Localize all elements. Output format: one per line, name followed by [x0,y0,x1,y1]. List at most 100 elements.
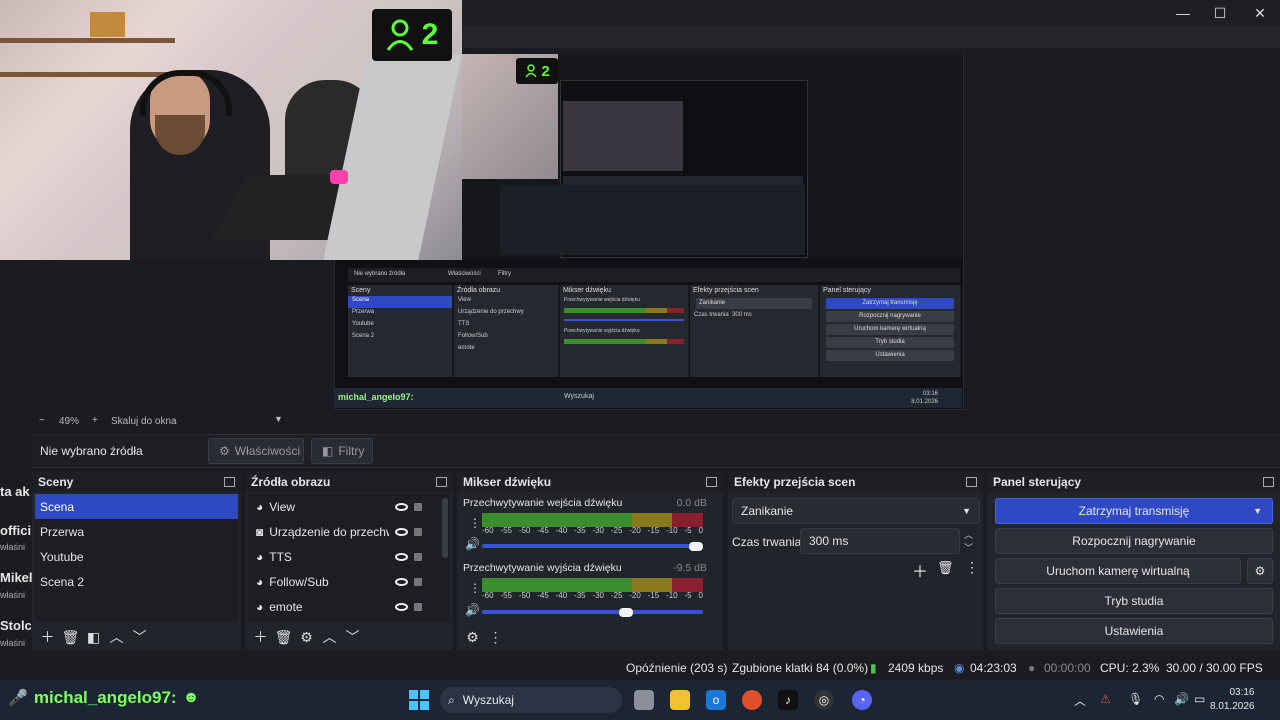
start-recording-button[interactable]: Rozpocznij nagrywanie [995,528,1273,554]
lock-icon[interactable] [414,577,423,586]
transition-value: Zanikanie [741,504,794,518]
undock-icon[interactable] [224,477,235,487]
speaker-icon[interactable]: 🔊 [465,603,480,617]
wifi-icon[interactable]: ◠ [1154,692,1164,706]
chevron-up-icon[interactable]: ︿ [964,528,973,541]
zoom-out-button[interactable]: − [39,415,45,426]
eye-icon[interactable] [395,602,409,611]
speaker-icon[interactable]: 🔊 [465,537,480,551]
firefox-icon[interactable] [742,690,762,710]
mini-duration-label: Czas trwania [694,312,729,318]
chevron-down-icon[interactable]: ▼ [274,414,283,424]
scale-mode-select[interactable]: Skaluj do okna [111,416,177,427]
eye-icon[interactable] [395,527,409,536]
studio-mode-button[interactable]: Tryb studia [995,588,1273,614]
chevron-down-icon[interactable]: ﹀ [341,627,364,647]
chevron-down-icon[interactable]: ▼ [1253,506,1262,516]
chevron-up-icon[interactable]: ︿ [1074,692,1086,709]
eye-icon[interactable] [395,552,409,561]
source-item[interactable]: ◕ emote [248,594,450,619]
record-time: 00:00:00 [1044,661,1091,675]
undock-icon[interactable] [436,477,447,487]
eye-icon[interactable] [395,502,409,511]
taskbar-search[interactable]: ⌕ Wyszukaj [440,687,622,713]
clock[interactable]: 03:16 8.01.2026 [1210,686,1255,714]
minimize-button[interactable]: — [1163,0,1203,26]
more-icon[interactable]: ⋮ [965,559,979,576]
mic-icon: 🎤 [8,690,28,707]
source-item[interactable]: ◕ Follow/Sub [248,569,450,594]
trash-icon[interactable]: 🗑 [937,560,954,576]
mini-source-item: View [458,297,471,303]
task-view-icon[interactable] [634,690,654,710]
gear-icon[interactable]: ⚙ [1247,558,1273,584]
virtual-camera-button[interactable]: Uruchom kamerę wirtualną [995,558,1241,584]
discord-icon[interactable]: ◔ [852,690,872,710]
source-item[interactable]: ◙ Urządzenie do przechwy [248,519,450,544]
lock-icon[interactable] [414,527,423,536]
chat-fragment: właśni [0,590,26,600]
tiktok-icon[interactable]: ♪ [778,690,798,710]
filter-icon[interactable]: ◧ [82,627,105,647]
lock-icon[interactable] [414,502,423,511]
lock-icon[interactable] [414,602,423,611]
add-icon[interactable]: ＋ [36,627,59,647]
outlook-icon[interactable]: o [706,690,726,710]
microphone-icon[interactable]: 🎙 [1128,692,1143,706]
duration-input[interactable]: 300 ms [800,528,960,554]
file-explorer-icon[interactable] [670,690,690,710]
mini-scenes-panel: Sceny Scena Przerwa Youtube Scena 2 [348,285,453,377]
scene-item[interactable]: Przerwa [35,519,238,544]
source-item[interactable]: ◕ TTS [248,544,450,569]
volume-fader[interactable] [482,544,703,548]
scrollbar[interactable] [442,498,448,558]
maximize-button[interactable]: ☐ [1200,0,1240,26]
chevron-up-icon[interactable]: ︿ [318,627,341,647]
close-button[interactable]: ✕ [1240,0,1280,26]
properties-button[interactable]: ⚙ Właściwości [208,438,304,464]
more-icon[interactable]: ⋮ [484,627,507,647]
settings-icon[interactable]: ⚙ [461,627,484,647]
controls-header: Panel sterujący [987,472,1280,492]
scene-item[interactable]: Youtube [35,544,238,569]
more-icon[interactable]: ⋮ [469,516,481,530]
trash-icon[interactable]: 🗑 [59,627,82,647]
volume-fader[interactable] [482,610,703,614]
chevron-up-icon[interactable]: ︿ [105,627,128,647]
source-item[interactable]: ◕ View [248,494,450,519]
bitrate: 2409 kbps [888,661,944,675]
transition-select[interactable]: Zanikanie ▼ [732,498,980,524]
security-icon[interactable]: ⚠ [1100,692,1111,706]
gear-icon[interactable]: ⚙ [295,627,318,647]
filters-button[interactable]: ◧ Filtry [311,438,373,464]
fader-knob[interactable] [618,608,633,617]
add-icon[interactable]: ＋ [249,627,272,647]
undock-icon[interactable] [966,477,977,487]
chevron-down-icon[interactable]: ﹀ [964,541,973,554]
battery-icon[interactable]: ▭ [1194,692,1205,706]
shelf [0,38,175,43]
zoom-in-button[interactable]: + [92,415,98,426]
trash-icon[interactable]: 🗑 [272,627,295,647]
start-icon[interactable] [408,689,430,711]
fader-knob[interactable] [689,542,703,551]
menu-strip [462,26,1280,48]
obs-icon[interactable]: ◎ [814,690,834,710]
eye-icon[interactable] [395,577,409,586]
stop-stream-button[interactable]: Zatrzymaj transmisję ▼ [995,498,1273,524]
filters-label: Filtry [338,444,365,458]
emote-icon: ☻ [182,689,200,706]
settings-button[interactable]: Ustawienia [995,618,1273,644]
undock-icon[interactable] [706,477,717,487]
viewer-count: 2 [421,18,439,51]
add-icon[interactable]: ＋ [912,558,928,582]
chevron-down-icon[interactable]: ﹀ [128,627,151,647]
scene-item[interactable]: Scena [35,494,238,519]
more-icon[interactable]: ⋮ [469,581,481,595]
lock-icon[interactable] [414,552,423,561]
scene-item[interactable]: Scena 2 [35,569,238,594]
volume-icon[interactable]: 🔊 [1174,692,1189,706]
undock-icon[interactable] [1263,477,1274,487]
mixer-track-output: Przechwytywanie wyjścia dźwięku -9.5 dB [463,562,709,574]
properties-label: Właściwości [234,444,301,458]
